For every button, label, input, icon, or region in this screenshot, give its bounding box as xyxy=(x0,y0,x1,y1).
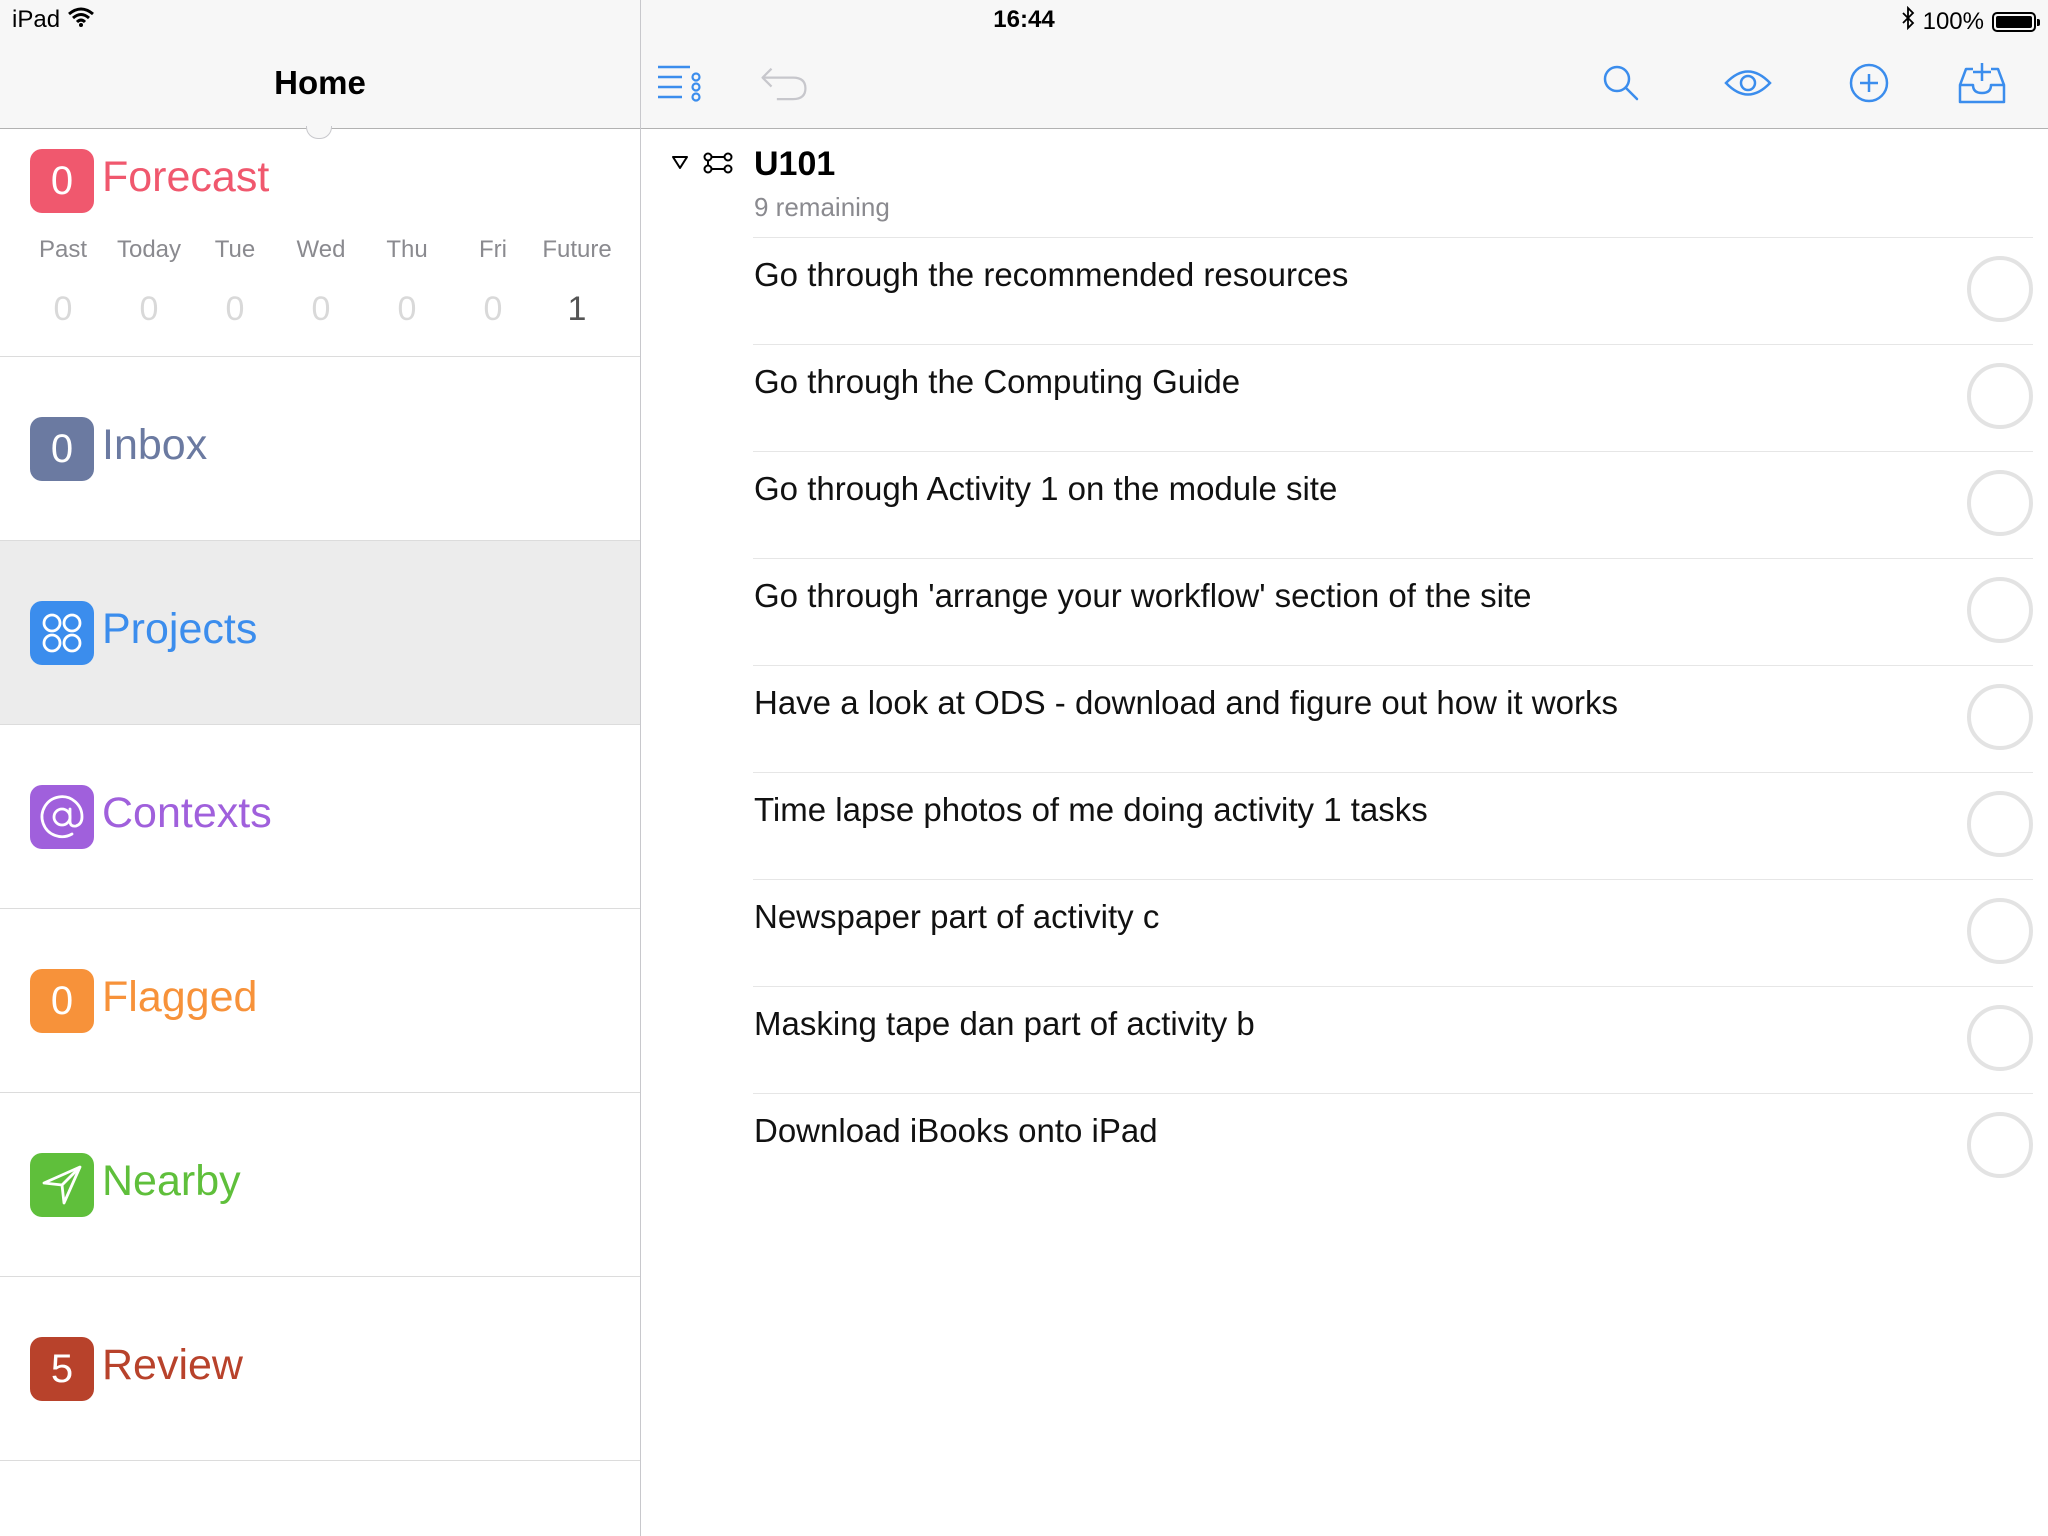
forecast-day-label[interactable]: Today xyxy=(106,236,192,264)
projects-label: Projects xyxy=(102,605,258,653)
inbox-add-icon[interactable] xyxy=(1957,58,2007,108)
task-checkbox[interactable] xyxy=(1967,577,2033,643)
task-checkbox[interactable] xyxy=(1967,1005,2033,1071)
eye-icon[interactable] xyxy=(1723,58,1773,108)
task-title[interactable]: Go through Activity 1 on the module site xyxy=(754,470,1337,508)
battery-percent: 100% xyxy=(1922,7,1984,35)
task-checkbox[interactable] xyxy=(1967,256,2033,322)
sidebar-item-flagged[interactable]: 0 Flagged xyxy=(0,909,640,1093)
task-checkbox[interactable] xyxy=(1967,470,2033,536)
forecast-day-label[interactable]: Future xyxy=(534,236,620,264)
forecast-day-count: 0 xyxy=(53,290,73,328)
task-title[interactable]: Newspaper part of activity c xyxy=(754,898,1159,936)
task-row[interactable]: Download iBooks onto iPad xyxy=(753,1093,2033,1200)
disclosure-triangle-icon xyxy=(672,156,688,169)
task-row[interactable]: Newspaper part of activity c xyxy=(753,879,2033,986)
forecast-day-count: 0 xyxy=(225,290,245,328)
add-icon[interactable] xyxy=(1844,58,1894,108)
contexts-label: Contexts xyxy=(102,789,272,837)
flagged-label: Flagged xyxy=(102,973,258,1021)
flagged-badge: 0 xyxy=(30,969,94,1033)
search-icon[interactable] xyxy=(1596,58,1646,108)
task-title[interactable]: Masking tape dan part of activity b xyxy=(754,1005,1255,1043)
sidebar-item-inbox[interactable]: 0 Inbox xyxy=(0,357,640,541)
task-row[interactable]: Go through Activity 1 on the module site xyxy=(753,451,2033,558)
forecast-day-count: 0 xyxy=(483,290,503,328)
project-remaining-count: 9 remaining xyxy=(754,192,890,222)
projects-icon xyxy=(30,601,94,665)
sidebar-item-nearby[interactable]: Nearby xyxy=(0,1093,640,1277)
task-title[interactable]: Go through the Computing Guide xyxy=(754,363,1240,401)
forecast-day-label[interactable]: Tue xyxy=(192,236,278,264)
location-arrow-icon xyxy=(30,1153,94,1217)
list-view-icon[interactable] xyxy=(655,58,705,108)
task-title[interactable]: Go through the recommended resources xyxy=(754,256,1348,294)
task-row[interactable]: Go through 'arrange your workflow' secti… xyxy=(753,558,2033,665)
inbox-badge: 0 xyxy=(30,417,94,481)
sidebar: Home 0 Forecast Past Today Tue Wed Thu F… xyxy=(0,0,641,1536)
task-checkbox[interactable] xyxy=(1967,898,2033,964)
task-row[interactable]: Time lapse photos of me doing activity 1… xyxy=(753,772,2033,879)
review-label: Review xyxy=(102,1341,243,1389)
forecast-badge: 0 xyxy=(30,149,94,213)
forecast-day-label[interactable]: Past xyxy=(20,236,106,264)
forecast-day-count: 0 xyxy=(397,290,417,328)
task-checkbox[interactable] xyxy=(1967,1112,2033,1178)
status-time: 16:44 xyxy=(993,6,1055,33)
project-sequential-icon xyxy=(703,152,733,174)
task-checkbox[interactable] xyxy=(1967,791,2033,857)
bluetooth-icon xyxy=(1901,5,1915,37)
sidebar-item-contexts[interactable]: Contexts xyxy=(0,725,640,909)
sidebar-item-projects[interactable]: Projects xyxy=(0,541,640,725)
forecast-label: Forecast xyxy=(102,153,270,201)
nearby-label: Nearby xyxy=(102,1157,241,1205)
task-title[interactable]: Go through 'arrange your workflow' secti… xyxy=(754,577,1532,615)
inbox-label: Inbox xyxy=(102,421,208,469)
forecast-day-count: 0 xyxy=(139,290,159,328)
task-title[interactable]: Download iBooks onto iPad xyxy=(754,1112,1158,1150)
status-bar: iPad 16:44 100% xyxy=(0,0,2048,40)
forecast-day-count: 1 xyxy=(567,290,587,328)
forecast-day-label[interactable]: Wed xyxy=(278,236,364,264)
task-row[interactable]: Masking tape dan part of activity b xyxy=(753,986,2033,1093)
undo-icon[interactable] xyxy=(759,58,809,108)
task-row[interactable]: Go through the Computing Guide xyxy=(753,344,2033,451)
project-title[interactable]: U101 xyxy=(754,145,835,184)
status-right: 100% xyxy=(1901,5,2040,37)
task-checkbox[interactable] xyxy=(1967,363,2033,429)
task-checkbox[interactable] xyxy=(1967,684,2033,750)
review-badge: 5 xyxy=(30,1337,94,1401)
project-disclosure[interactable] xyxy=(670,145,750,180)
forecast-day-count: 0 xyxy=(311,290,331,328)
task-row[interactable]: Have a look at ODS - download and figure… xyxy=(753,665,2033,772)
forecast-day-label[interactable]: Thu xyxy=(364,236,450,264)
task-row[interactable]: Go through the recommended resources xyxy=(753,237,2033,344)
forecast-day-label[interactable]: Fri xyxy=(450,236,536,264)
at-icon xyxy=(30,785,94,849)
sidebar-item-review[interactable]: 5 Review xyxy=(0,1277,640,1461)
page-title: Home xyxy=(274,64,366,101)
task-title[interactable]: Time lapse photos of me doing activity 1… xyxy=(754,791,1428,829)
battery-icon xyxy=(1992,11,2040,32)
task-title[interactable]: Have a look at ODS - download and figure… xyxy=(754,684,1618,722)
